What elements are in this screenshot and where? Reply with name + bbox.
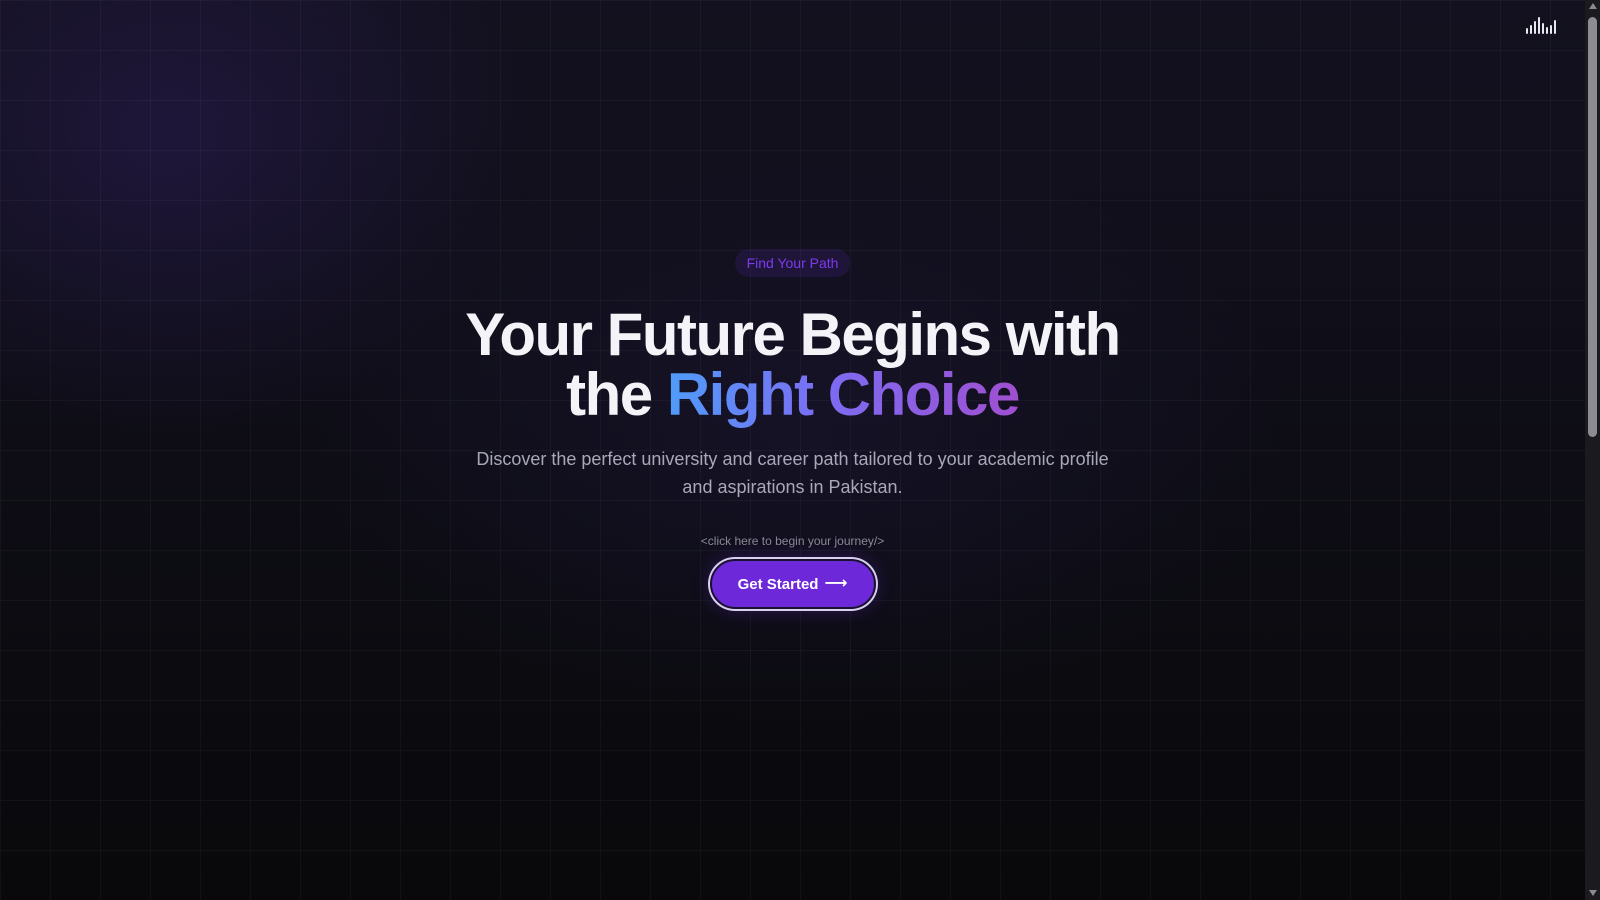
scrollbar-thumb[interactable] xyxy=(1588,17,1597,437)
headline-line-2-prefix: the xyxy=(566,361,653,428)
hero-section: Find Your Path Your Future Begins with t… xyxy=(0,0,1585,900)
hero-subtitle: Discover the perfect university and care… xyxy=(476,449,1109,497)
headline-accent: Right Choice xyxy=(666,361,1021,428)
vertical-scrollbar[interactable] xyxy=(1585,0,1600,900)
cta-hint: <click here to begin your journey/> xyxy=(700,534,885,548)
hero-headline: Your Future Begins with the Right Choice xyxy=(0,305,1585,425)
scroll-up-arrow-icon[interactable] xyxy=(1589,3,1597,9)
get-started-button[interactable]: Get Started ⟶ xyxy=(709,559,876,609)
arrow-right-icon: ⟶ xyxy=(824,575,848,592)
get-started-label: Get Started xyxy=(737,575,819,593)
scroll-down-arrow-icon[interactable] xyxy=(1589,890,1597,896)
find-your-path-badge: Find Your Path xyxy=(734,249,851,277)
landing-page: Find Your Path Your Future Begins with t… xyxy=(0,0,1600,900)
headline-line-1: Your Future Begins with xyxy=(465,301,1121,368)
